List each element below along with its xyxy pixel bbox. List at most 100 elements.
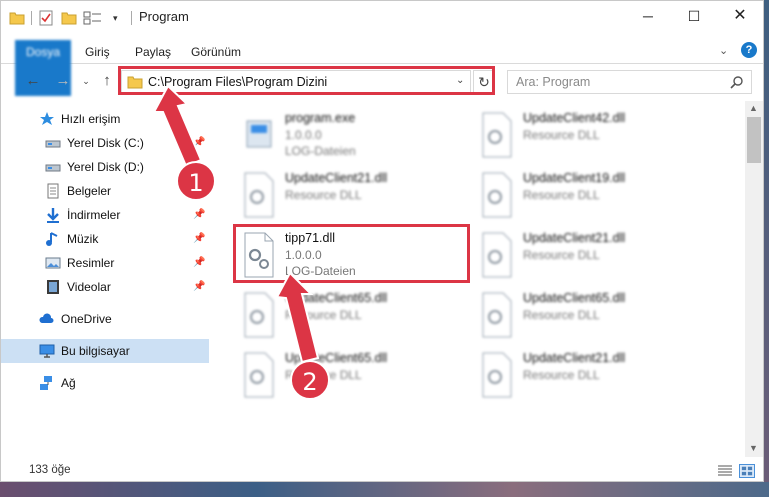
file-item[interactable]: program.exe 1.0.0.0 LOG-Dateien [231,107,461,163]
vertical-scrollbar[interactable]: ▲ ▼ [745,101,763,457]
sidebar-item-label: Bu bilgisayar [61,344,130,358]
sidebar-item-label: Hızlı erişim [61,112,121,126]
videos-icon [47,280,59,294]
dll-icon [482,352,512,398]
step-badge-1: 1 [176,161,216,201]
title-bar: ▾ Program ─ ☐ ✕ [1,1,763,33]
search-placeholder: Ara: Program [516,75,591,89]
file-description: Resource DLL [285,188,362,202]
properties-icon[interactable] [39,10,53,26]
sidebar-item-pictures[interactable]: Resimler 📌 [1,251,209,275]
sidebar-item-onedrive[interactable]: OneDrive [1,307,209,331]
file-version: 1.0.0.0 [285,128,322,142]
dll-icon [482,112,512,158]
sidebar-item-downloads[interactable]: İndirmeler 📌 [1,203,209,227]
maximize-button[interactable]: ☐ [671,1,717,31]
file-item[interactable]: UpdateClient65.dll Resource DLL [231,287,461,343]
help-icon[interactable]: ? [741,42,757,58]
sidebar-item-videos[interactable]: Videolar 📌 [1,275,209,299]
toolbar-separator [31,11,32,25]
view-options-icon[interactable] [83,10,103,26]
file-name: UpdateClient65.dll [523,291,626,305]
drive-icon [45,164,61,172]
cloud-icon [39,313,54,323]
file-highlight-box [233,224,470,283]
sidebar-item-label: Resimler [67,256,115,270]
up-button[interactable]: ↑ [98,71,116,91]
dll-icon [244,352,274,398]
ribbon-tabs: Dosya Giriş Paylaş Görünüm ⌄ ? [1,40,763,96]
minimize-button[interactable]: ─ [625,1,671,31]
file-item[interactable]: UpdateClient21.dll Resource DLL [469,347,699,403]
tab-home[interactable]: Giriş [85,40,110,64]
pin-icon: 📌 [193,233,206,244]
file-item[interactable]: UpdateClient65.dll Resource DLL [231,347,461,403]
computer-icon [39,344,55,358]
folder-icon[interactable] [9,10,25,26]
scroll-down-icon[interactable]: ▼ [749,443,758,453]
item-count: 133 öğe [29,464,71,476]
file-name: program.exe [285,111,356,125]
sidebar-item-label: Yerel Disk (D:) [67,160,144,174]
file-item[interactable]: UpdateClient65.dll Resource DLL [469,287,699,343]
file-item[interactable]: UpdateClient21.dll Resource DLL [469,227,699,283]
navigation-pane: Hızlı erişim Yerel Disk (C:) 📌 Yerel Dis… [1,101,209,457]
address-highlight-box [118,66,495,95]
file-description: Resource DLL [285,308,362,322]
dll-icon [244,172,274,218]
file-name: UpdateClient42.dll [523,111,626,125]
dll-icon [482,172,512,218]
file-description: Resource DLL [523,248,600,262]
sidebar-item-this-pc[interactable]: Bu bilgisayar [1,339,209,363]
sidebar-item-label: OneDrive [61,312,112,326]
exe-icon [246,120,272,148]
back-button[interactable]: ← [23,71,43,91]
sidebar-item-label: Müzik [67,232,99,246]
details-view-icon[interactable] [717,464,733,478]
expand-ribbon-icon[interactable]: ⌄ [719,44,728,57]
status-bar: 133 öğe [1,459,763,481]
sidebar-item-label: İndirmeler [67,208,121,222]
desktop-background [0,482,769,497]
file-description: Resource DLL [523,368,600,382]
file-item[interactable]: UpdateClient42.dll Resource DLL [469,107,699,163]
network-icon [40,376,52,390]
file-description: Resource DLL [523,128,600,142]
file-description: Resource DLL [523,308,600,322]
music-icon [46,232,58,246]
sidebar-item-network[interactable]: Ağ [1,371,209,395]
toolbar-separator [131,11,132,25]
scroll-thumb[interactable] [747,117,761,163]
sidebar-item-label: Ağ [61,376,76,390]
tab-view[interactable]: Görünüm [191,40,241,64]
new-folder-icon[interactable] [61,10,77,26]
search-icon[interactable] [730,75,744,89]
close-button[interactable]: ✕ [717,1,763,31]
file-name: UpdateClient65.dll [285,291,388,305]
tab-share[interactable]: Paylaş [135,40,171,64]
file-description: Resource DLL [523,188,600,202]
sidebar-item-label: Belgeler [67,184,112,198]
sidebar-item-music[interactable]: Müzik 📌 [1,227,209,251]
sidebar-item-local-disk-c[interactable]: Yerel Disk (C:) 📌 [1,131,209,155]
dll-icon [482,292,512,338]
file-item[interactable]: UpdateClient19.dll Resource DLL [469,167,699,223]
quick-access-dropdown[interactable]: ▾ [113,10,125,26]
sidebar-item-quick-access[interactable]: Hızlı erişim [1,107,209,131]
search-input[interactable]: Ara: Program [507,70,752,94]
recent-locations-dropdown[interactable]: ⌄ [80,71,92,91]
tiles-view-icon[interactable] [739,464,755,478]
downloads-icon [47,208,59,223]
star-icon [40,112,54,125]
documents-icon [47,183,59,199]
file-name: UpdateClient21.dll [285,171,388,185]
scroll-up-icon[interactable]: ▲ [749,103,758,113]
desktop-background [764,0,769,497]
file-item[interactable]: UpdateClient21.dll Resource DLL [231,167,461,223]
pin-icon: 📌 [193,281,206,292]
sidebar-item-label: Yerel Disk (C:) [67,136,144,150]
file-name: UpdateClient19.dll [523,171,626,185]
sidebar-item-label: Videolar [67,280,111,294]
forward-button[interactable]: → [53,71,73,91]
file-name: UpdateClient21.dll [523,351,626,365]
